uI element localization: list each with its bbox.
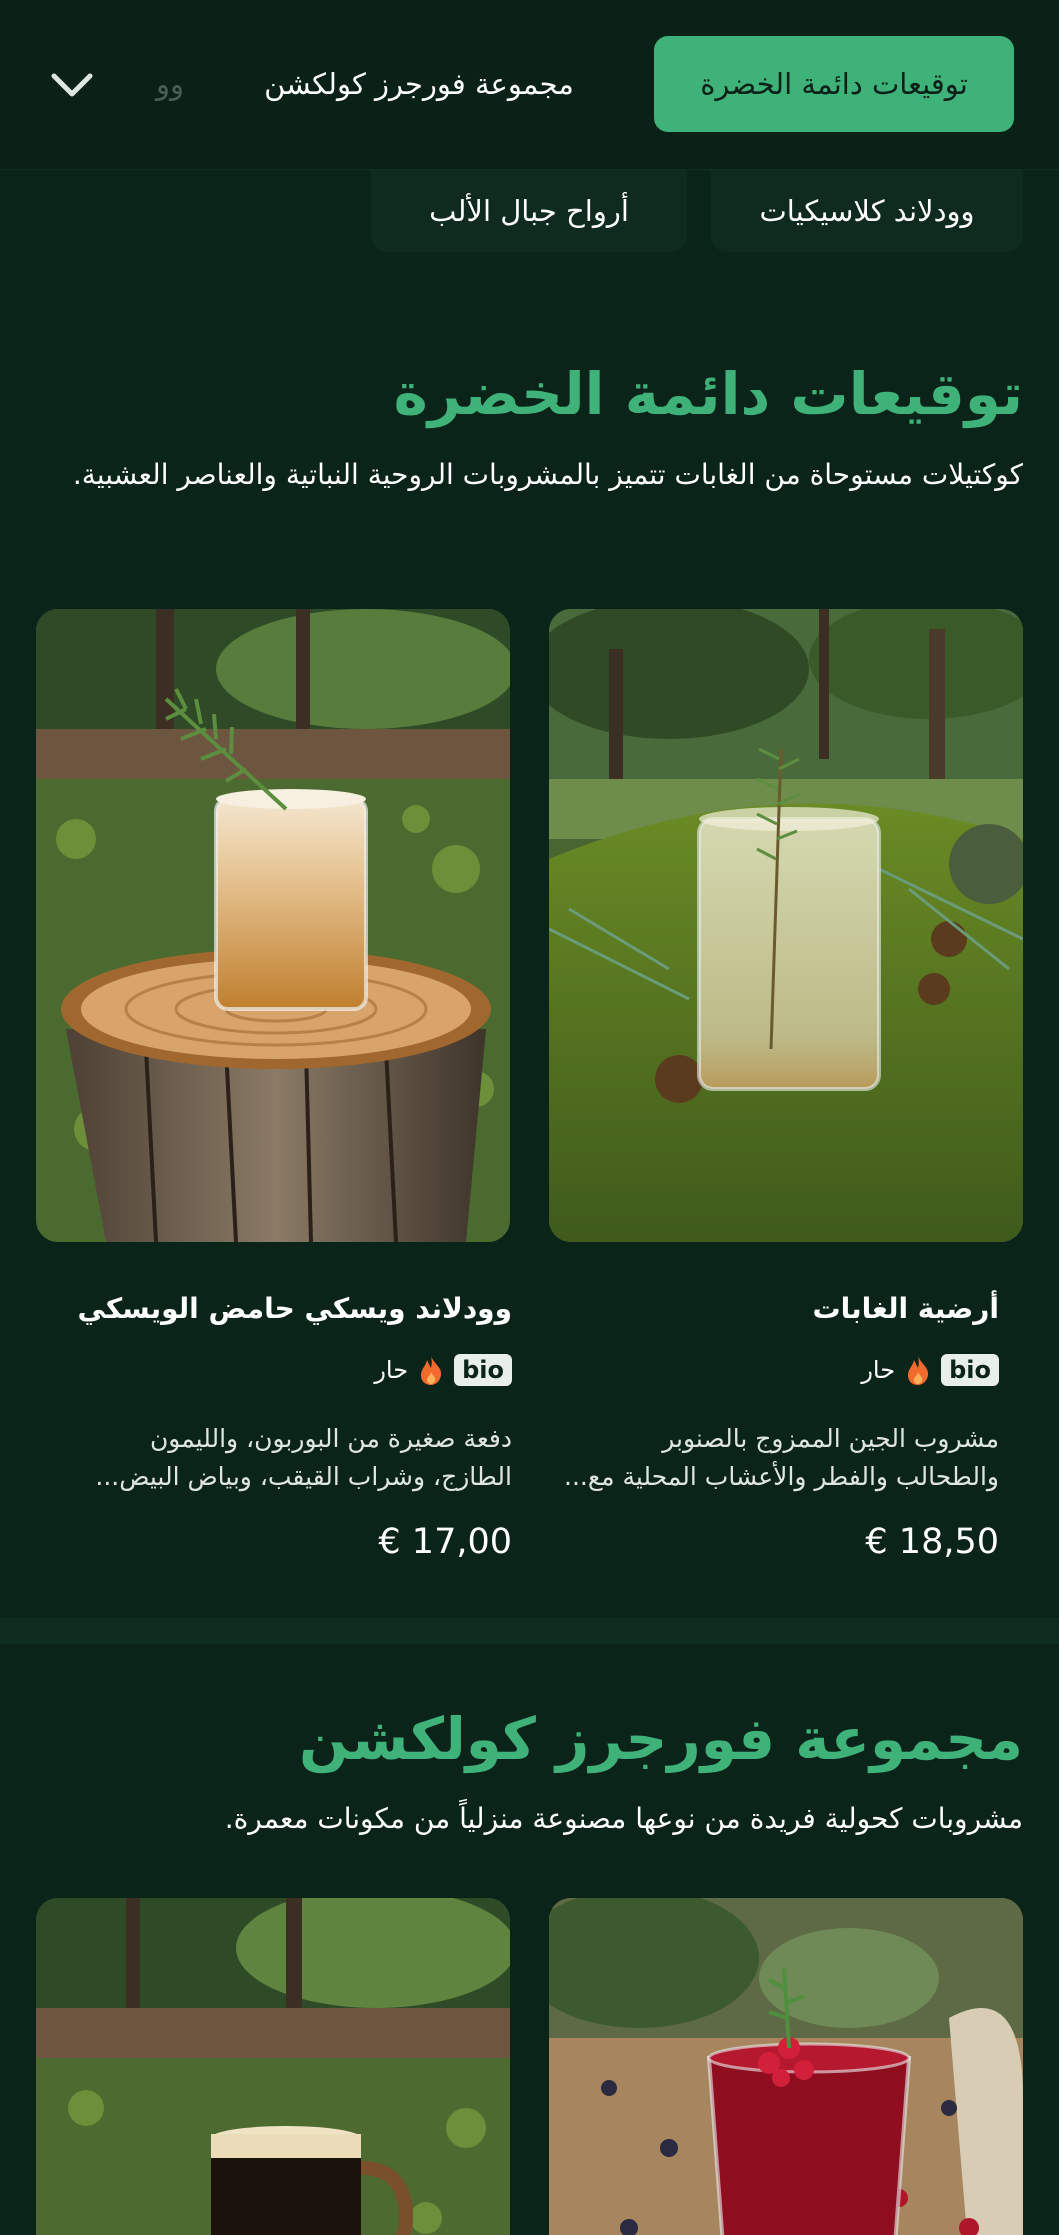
spicy-label: حار [374,1356,409,1384]
tab-foragers-collection[interactable]: مجموعة فورجرز كولكشن [239,36,599,132]
product-tags: bio حار [559,1354,999,1386]
page: { "nav": { "tabs": ["توقيعات دائمة الخضر… [0,0,1059,2235]
product-price: 17,00 € [378,1522,512,1562]
tab-partial[interactable]: وو [104,36,184,132]
product-image-woodland-whiskey-sour[interactable] [36,609,510,1242]
section-title: مجموعة فورجرز كولكشن [299,1705,1023,1773]
forest-floor-illustration [549,609,1023,1242]
flame-icon [421,1356,442,1385]
tab-evergreen-signatures[interactable]: توقيعات دائمة الخضرة [654,36,1014,132]
product-name[interactable]: أرضية الغابات [559,1292,999,1325]
top-nav: توقيعات دائمة الخضرة مجموعة فورجرز كولكش… [0,0,1059,170]
product-description: دفعة صغيرة من البوربون، والليمون الطازج،… [95,1424,512,1491]
product-image-berry-drink[interactable] [549,1898,1023,2235]
product-tags: bio حار [72,1354,512,1386]
product-price: 18,50 € [865,1522,999,1562]
product-image-forest-floor[interactable] [549,609,1023,1242]
chevron-down-icon[interactable] [48,64,96,104]
section-description: مشروبات كحولية فريدة من نوعها مصنوعة منز… [224,1802,1023,1835]
bio-badge: bio [941,1354,999,1386]
flame-icon [908,1356,929,1385]
bio-badge: bio [454,1354,512,1386]
spicy-label: حار [861,1356,896,1384]
product-name[interactable]: وودلاند ويسكي حامض الويسكي [72,1292,513,1325]
section-description: كوكتيلات مستوحاة من الغابات تتميز بالمشر… [72,458,1023,491]
product-description: مشروب الجين الممزوج بالصنوبر والطحالب وا… [564,1424,999,1491]
subtab-woodland-classics[interactable]: وودلاند كلاسيكيات [711,170,1023,252]
subtab-alpine-spirits[interactable]: أرواح جبال الألب [371,170,687,252]
section-title: توقيعات دائمة الخضرة [393,360,1023,428]
product-image-stout-mug[interactable] [36,1898,510,2235]
section-divider [0,1618,1059,1644]
stout-mug-illustration [36,1898,510,2235]
berry-drink-illustration [549,1898,1023,2235]
whiskey-sour-illustration [36,609,510,1242]
